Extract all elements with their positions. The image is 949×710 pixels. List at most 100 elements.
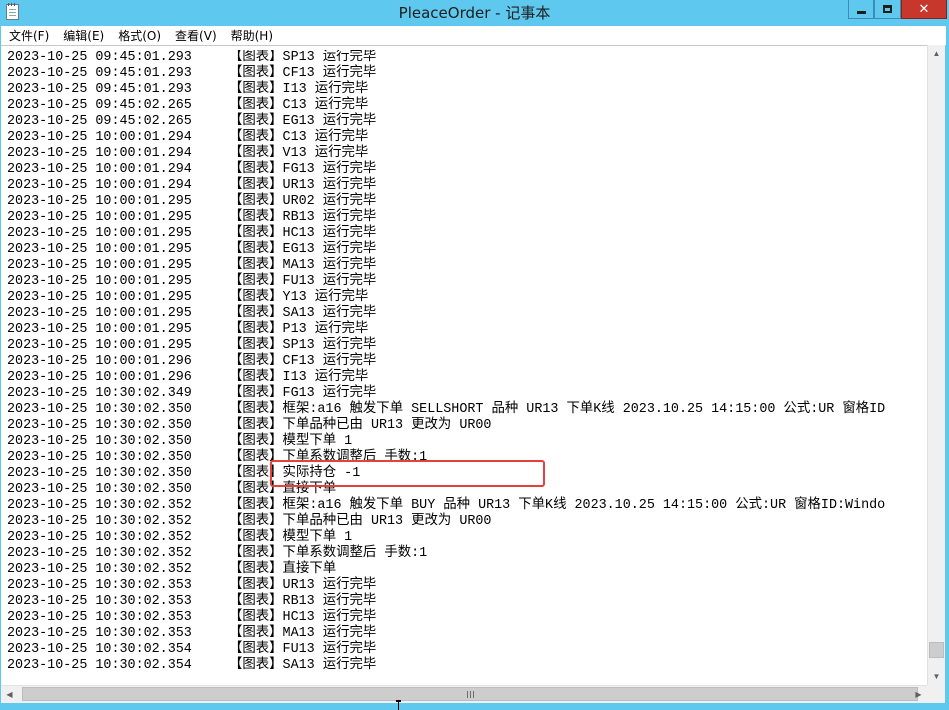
editor-content[interactable]: 2023-10-25 09:45:01.293 【图表】SP13 运行完毕 2023…: [7, 50, 925, 682]
log-timestamp: 2023-10-25 10:30:02.352: [7, 530, 192, 545]
log-line: 2023-10-25 10:30:02.353 【图表】MA13 运行完毕: [7, 626, 925, 642]
log-message: 【图表】C13 运行完毕: [229, 130, 369, 145]
log-timestamp: 2023-10-25 10:30:02.350: [7, 434, 192, 449]
log-timestamp: 2023-10-25 10:30:02.353: [7, 594, 192, 609]
minimize-icon: [856, 10, 866, 14]
log-message: 【图表】UR13 运行完毕: [229, 178, 377, 193]
log-timestamp: 2023-10-25 10:00:01.295: [7, 210, 192, 225]
log-message: 【图表】MA13 运行完毕: [229, 258, 377, 273]
log-message: 【图表】模型下单 1: [229, 530, 353, 545]
menu-format[interactable]: 格式(O): [110, 27, 167, 44]
log-timestamp: 2023-10-25 10:00:01.294: [7, 146, 192, 161]
log-line: 2023-10-25 09:45:02.265 【图表】C13 运行完毕: [7, 98, 925, 114]
log-timestamp: 2023-10-25 10:30:02.349: [7, 386, 192, 401]
log-message: 【图表】SP13 运行完毕: [229, 338, 377, 353]
scroll-up-icon[interactable]: ▲: [928, 45, 945, 62]
log-line: 2023-10-25 10:00:01.296 【图表】CF13 运行完毕: [7, 354, 925, 370]
log-message: 【图表】模型下单 1: [229, 434, 353, 449]
log-line: 2023-10-25 10:00:01.295 【图表】EG13 运行完毕: [7, 242, 925, 258]
log-line: 2023-10-25 10:00:01.295 【图表】Y13 运行完毕: [7, 290, 925, 306]
log-message: 【图表】SP13 运行完毕: [229, 50, 377, 65]
log-line: 2023-10-25 10:00:01.294 【图表】FG13 运行完毕: [7, 162, 925, 178]
log-line: 2023-10-25 10:30:02.353 【图表】UR13 运行完毕: [7, 578, 925, 594]
scroll-corner: [927, 685, 945, 703]
log-line: 2023-10-25 10:30:02.352 【图表】直接下单: [7, 562, 925, 578]
menu-view[interactable]: 查看(V): [167, 27, 223, 44]
log-timestamp: 2023-10-25 10:00:01.295: [7, 258, 192, 273]
log-line: 2023-10-25 10:00:01.295 【图表】RB13 运行完毕: [7, 210, 925, 226]
log-timestamp: 2023-10-25 10:30:02.354: [7, 642, 192, 657]
horizontal-scroll-thumb[interactable]: [22, 687, 918, 701]
log-message: 【图表】HC13 运行完毕: [229, 610, 377, 625]
log-message: 【图表】FU13 运行完毕: [229, 642, 377, 657]
log-message: 【图表】SA13 运行完毕: [229, 306, 377, 321]
text-editor[interactable]: 2023-10-25 09:45:01.293 【图表】SP13 运行完毕 2023…: [1, 45, 945, 685]
log-message: 【图表】框架:a16 触发下单 SELLSHORT 品种 UR13 下单K线 2…: [229, 402, 886, 417]
log-message: 【图表】P13 运行完毕: [229, 322, 369, 337]
log-timestamp: 2023-10-25 10:30:02.350: [7, 418, 192, 433]
log-line: 2023-10-25 10:30:02.352 【图表】下单品种已由 UR13 更…: [7, 514, 925, 530]
log-timestamp: 2023-10-25 09:45:02.265: [7, 98, 192, 113]
menu-edit[interactable]: 编辑(E): [55, 27, 110, 44]
log-timestamp: 2023-10-25 10:30:02.352: [7, 498, 192, 513]
maximize-button[interactable]: [874, 0, 901, 19]
log-line: 2023-10-25 10:00:01.295 【图表】SA13 运行完毕: [7, 306, 925, 322]
log-timestamp: 2023-10-25 10:00:01.294: [7, 178, 192, 193]
log-timestamp: 2023-10-25 09:45:01.293: [7, 82, 192, 97]
log-message: 【图表】I13 运行完毕: [229, 82, 369, 97]
log-line: 2023-10-25 10:30:02.354 【图表】SA13 运行完毕: [7, 658, 925, 674]
log-timestamp: 2023-10-25 10:00:01.294: [7, 130, 192, 145]
grip-icon: [466, 690, 474, 698]
close-icon: ✕: [918, 1, 930, 17]
log-timestamp: 2023-10-25 10:30:02.354: [7, 658, 192, 673]
menu-file[interactable]: 文件(F): [1, 27, 55, 44]
log-timestamp: 2023-10-25 10:00:01.295: [7, 290, 192, 305]
log-timestamp: 2023-10-25 10:30:02.352: [7, 562, 192, 577]
log-line: 2023-10-25 10:30:02.354 【图表】FU13 运行完毕: [7, 642, 925, 658]
title-bar[interactable]: PleaceOrder - 记事本 ✕: [0, 0, 949, 25]
scroll-left-icon[interactable]: ◀: [1, 686, 18, 703]
log-timestamp: 2023-10-25 10:30:02.353: [7, 578, 192, 593]
log-timestamp: 2023-10-25 10:00:01.295: [7, 338, 192, 353]
horizontal-scrollbar[interactable]: ◀ ▶: [1, 685, 927, 703]
maximize-icon: [883, 5, 892, 13]
menu-help[interactable]: 帮助(H): [223, 27, 279, 44]
minimize-button[interactable]: [848, 0, 874, 19]
log-line: 2023-10-25 09:45:01.293 【图表】SP13 运行完毕: [7, 50, 925, 66]
log-timestamp: 2023-10-25 10:30:02.353: [7, 610, 192, 625]
log-message: 【图表】RB13 运行完毕: [229, 594, 377, 609]
log-message: 【图表】下单系数调整后 手数:1: [229, 546, 428, 561]
log-message: 【图表】EG13 运行完毕: [229, 114, 377, 129]
log-line: 2023-10-25 10:00:01.295 【图表】FU13 运行完毕: [7, 274, 925, 290]
log-line: 2023-10-25 10:30:02.352 【图表】模型下单 1: [7, 530, 925, 546]
vertical-scrollbar[interactable]: ▲ ▼: [927, 45, 945, 685]
log-timestamp: 2023-10-25 10:30:02.352: [7, 514, 192, 529]
log-timestamp: 2023-10-25 10:00:01.296: [7, 370, 192, 385]
log-line: 2023-10-25 10:30:02.350 【图表】框架:a16 触发下单 S…: [7, 402, 925, 418]
log-line: 2023-10-25 10:00:01.295 【图表】HC13 运行完毕: [7, 226, 925, 242]
log-message: 【图表】UR02 运行完毕: [229, 194, 377, 209]
log-message: 【图表】I13 运行完毕: [229, 370, 369, 385]
log-timestamp: 2023-10-25 10:30:02.350: [7, 482, 192, 497]
log-message: 【图表】框架:a16 触发下单 BUY 品种 UR13 下单K线 2023.10…: [229, 498, 886, 513]
log-timestamp: 2023-10-25 10:00:01.296: [7, 354, 192, 369]
log-line: 2023-10-25 10:00:01.295 【图表】MA13 运行完毕: [7, 258, 925, 274]
log-timestamp: 2023-10-25 10:00:01.294: [7, 162, 192, 177]
scroll-right-icon[interactable]: ▶: [910, 686, 927, 703]
log-line: 2023-10-25 10:00:01.294 【图表】C13 运行完毕: [7, 130, 925, 146]
log-timestamp: 2023-10-25 09:45:02.265: [7, 114, 192, 129]
close-button[interactable]: ✕: [901, 0, 947, 19]
log-timestamp: 2023-10-25 10:00:01.295: [7, 274, 192, 289]
log-message: 【图表】EG13 运行完毕: [229, 242, 377, 257]
vertical-scroll-thumb[interactable]: [929, 642, 944, 658]
scroll-down-icon[interactable]: ▼: [928, 668, 945, 685]
log-line: 2023-10-25 10:00:01.295 【图表】UR02 运行完毕: [7, 194, 925, 210]
log-line: 2023-10-25 10:00:01.296 【图表】I13 运行完毕: [7, 370, 925, 386]
log-line: 2023-10-25 10:30:02.350 【图表】下单品种已由 UR13 更…: [7, 418, 925, 434]
log-message: 【图表】UR13 运行完毕: [229, 578, 377, 593]
log-message: 【图表】HC13 运行完毕: [229, 226, 377, 241]
log-line: 2023-10-25 10:30:02.349 【图表】FG13 运行完毕: [7, 386, 925, 402]
log-timestamp: 2023-10-25 09:45:01.293: [7, 50, 192, 65]
log-timestamp: 2023-10-25 10:30:02.350: [7, 466, 192, 481]
log-message: 【图表】FU13 运行完毕: [229, 274, 377, 289]
